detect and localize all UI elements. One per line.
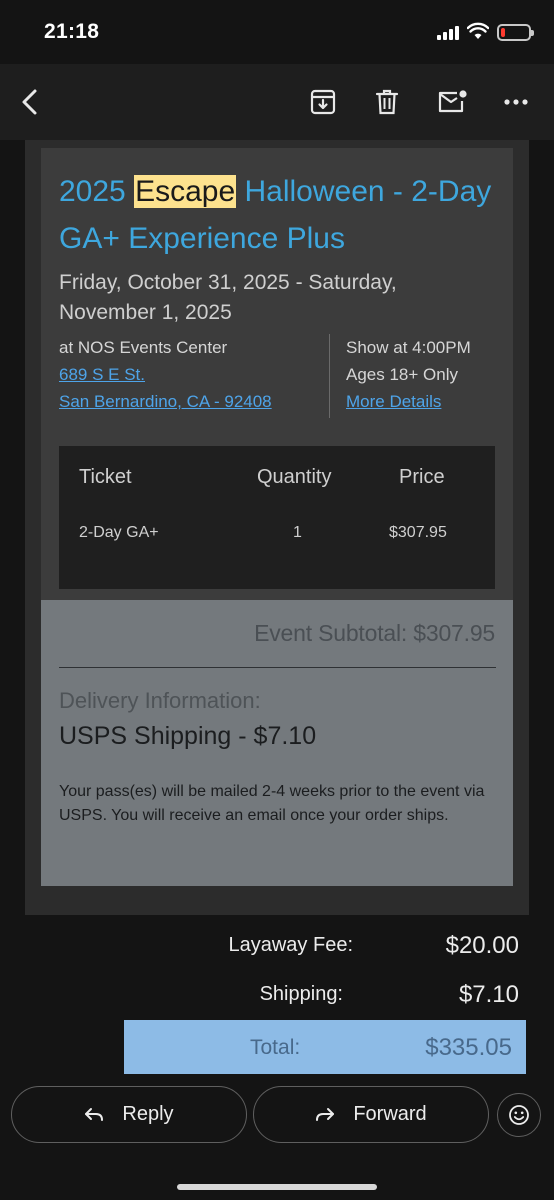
battery-level	[501, 28, 505, 37]
forward-icon	[316, 1107, 335, 1121]
status-time: 21:18	[44, 20, 100, 43]
delivery-method: USPS Shipping - $7.10	[59, 722, 317, 750]
ticket-name-cell: 2-Day GA+	[79, 524, 159, 541]
reply-button[interactable]: Reply	[11, 1086, 247, 1143]
event-details: 2025 Escape Halloween - 2-Day GA+ Experi…	[41, 148, 513, 600]
divider	[329, 334, 330, 418]
reply-label: Reply	[122, 1103, 174, 1125]
forward-label: Forward	[353, 1103, 427, 1125]
delivery-heading: Delivery Information:	[59, 688, 261, 713]
ticket-table: Ticket Quantity Price 2-Day GA+ 1 $307.9…	[59, 446, 495, 589]
event-dates: Friday, October 31, 2025 - Saturday, Nov…	[59, 271, 397, 324]
event-subtotal: Event Subtotal: $307.95	[254, 620, 495, 646]
reply-icon	[85, 1107, 104, 1121]
address-link-city[interactable]: San Bernardino, CA - 92408	[59, 392, 272, 411]
email-toolbar	[0, 64, 554, 140]
battery-icon	[497, 24, 534, 41]
ticket-price-cell: $307.95	[389, 524, 447, 541]
title-prefix: 2025	[59, 175, 135, 208]
total-row: Total: $335.05	[124, 1020, 526, 1074]
email-body: 2025 Escape Halloween - 2-Day GA+ Experi…	[25, 140, 529, 915]
more-details-link[interactable]: More Details	[346, 392, 441, 411]
column-header-quantity: Quantity	[257, 466, 332, 488]
shipping-value: $7.10	[458, 981, 519, 1008]
emoji-reaction-button[interactable]	[497, 1093, 541, 1137]
archive-icon[interactable]	[305, 84, 341, 120]
mark-unread-icon[interactable]	[434, 84, 470, 120]
forward-button[interactable]: Forward	[253, 1086, 489, 1143]
search-highlight: Escape	[134, 175, 237, 208]
trash-icon[interactable]	[369, 84, 405, 120]
total-value: $335.05	[425, 1034, 512, 1061]
show-time: Show at 4:00PM	[346, 338, 471, 357]
ticket-quantity-cell: 1	[293, 524, 302, 541]
wifi-icon	[467, 22, 489, 39]
total-label: Total:	[250, 1036, 301, 1059]
venue-block: at NOS Events Center 689 S E St. San Ber…	[59, 334, 329, 415]
back-arrow-icon[interactable]	[12, 84, 48, 120]
status-bar: 21:18	[0, 0, 554, 64]
venue-name: at NOS Events Center	[59, 338, 228, 357]
show-info: Show at 4:00PM Ages 18+ Only More Detail…	[346, 334, 506, 415]
address-link-street[interactable]: 689 S E St.	[59, 365, 145, 384]
layaway-fee-label: Layaway Fee:	[228, 934, 353, 956]
order-summary: Event Subtotal: $307.95 Delivery Informa…	[41, 600, 513, 886]
cellular-signal-icon	[437, 26, 459, 40]
column-header-ticket: Ticket	[79, 466, 132, 488]
divider	[59, 667, 496, 668]
delivery-note: Your pass(es) will be mailed 2-4 weeks p…	[59, 783, 485, 824]
age-restriction: Ages 18+ Only	[346, 365, 458, 384]
column-header-price: Price	[399, 466, 445, 488]
shipping-label: Shipping:	[259, 983, 343, 1005]
more-icon[interactable]	[498, 84, 534, 120]
smiley-icon	[509, 1105, 529, 1125]
event-title[interactable]: 2025 Escape Halloween - 2-Day GA+ Experi…	[59, 168, 499, 262]
home-indicator[interactable]	[177, 1184, 377, 1190]
layaway-fee-value: $20.00	[445, 932, 519, 959]
